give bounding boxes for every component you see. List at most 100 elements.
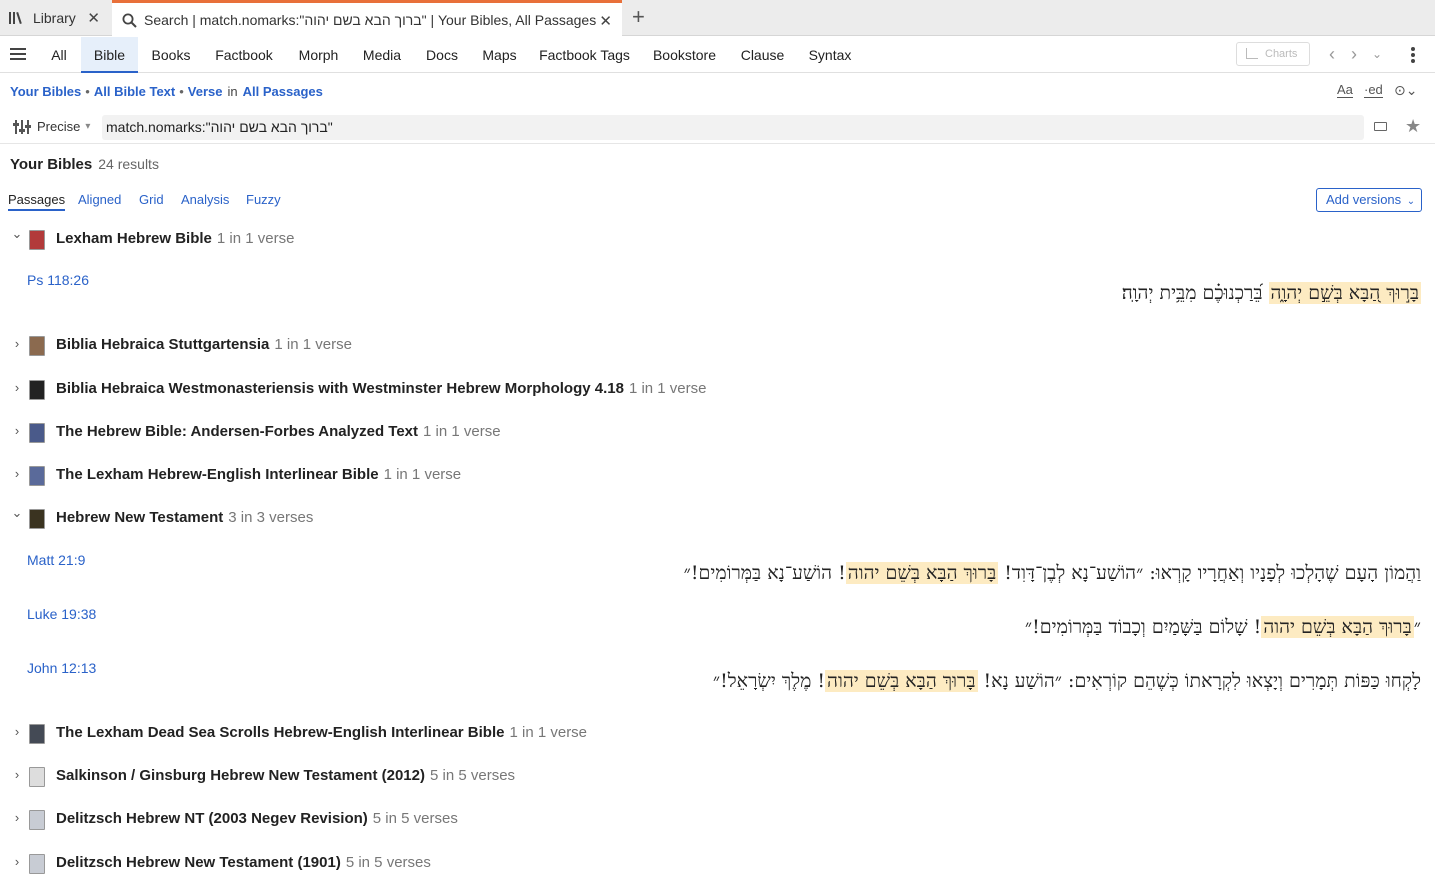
result-group[interactable]: › The Lexham Hebrew-English Interlinear B…: [0, 465, 1435, 487]
chevron-down-icon: ▾: [85, 121, 91, 132]
crumb-all-bible-text[interactable]: All Bible Text: [94, 84, 175, 99]
resource-name[interactable]: The Lexham Dead Sea Scrolls Hebrew-Engli…: [56, 724, 504, 741]
tab-search[interactable]: Search | match.nomarks:"ברוך הבא בשם יהו…: [112, 0, 622, 37]
keyboard-icon[interactable]: [1374, 122, 1387, 131]
result-group[interactable]: › Biblia Hebraica Westmonasteriensis with…: [0, 379, 1435, 401]
result-group[interactable]: ⌄ Lexham Hebrew Bible 1 in 1 verse: [0, 226, 1435, 251]
resource-name[interactable]: Hebrew New Testament: [56, 509, 223, 526]
verse-text[interactable]: וַהֲמוֹן הָעָם שֶׁהָלְכוּ לְפָנָיו וְאַח…: [684, 558, 1421, 588]
book-cover-icon: [29, 230, 45, 250]
verse-text-after: בֵּ֝רַכְנוּכֶ֗ם מִבֵּ֥ית יְהוָֽה׃: [1121, 282, 1269, 304]
chevron-right-icon[interactable]: ›: [11, 423, 23, 438]
chevron-right-icon[interactable]: ›: [11, 336, 23, 351]
result-group[interactable]: › Delitzsch Hebrew NT (2003 Negev Revisio…: [0, 809, 1435, 831]
hit-count: 5 in 5 verses: [345, 854, 431, 871]
verse-reference-link[interactable]: Ps 118:26: [27, 272, 89, 288]
resource-name[interactable]: Lexham Hebrew Bible: [56, 230, 212, 247]
result-group[interactable]: ⌄ Hebrew New Testament 3 in 3 verses: [0, 505, 1435, 530]
chevron-right-icon[interactable]: ›: [11, 466, 23, 481]
nav-tab-docs[interactable]: Docs: [414, 37, 470, 73]
star-icon[interactable]: ★: [1405, 116, 1421, 137]
result-group[interactable]: › Delitzsch Hebrew New Testament (1901) 5 …: [0, 853, 1435, 875]
view-tab-analysis[interactable]: Analysis: [181, 192, 229, 207]
result-group-title[interactable]: The Lexham Hebrew-English Interlinear Bi…: [56, 466, 461, 483]
result-group-title[interactable]: Lexham Hebrew Bible 1 in 1 verse: [56, 230, 294, 247]
result-group-title[interactable]: Hebrew New Testament 3 in 3 verses: [56, 509, 313, 526]
nav-tab-bookstore[interactable]: Bookstore: [641, 37, 728, 73]
visual-filter-button[interactable]: ·ed: [1364, 83, 1383, 98]
nav-tab-factbook[interactable]: Factbook: [203, 37, 285, 73]
result-group-title[interactable]: The Lexham Dead Sea Scrolls Hebrew-Engli…: [56, 724, 587, 741]
resource-name[interactable]: The Lexham Hebrew-English Interlinear Bi…: [56, 466, 379, 483]
verse-text[interactable]: בָּר֣וּךְ הַ֭בָּא בְּשֵׁ֣ם יְהוָ֑ה בֵּ֝ר…: [1122, 278, 1421, 308]
result-group[interactable]: › Salkinson / Ginsburg Hebrew New Testame…: [0, 766, 1435, 788]
chevron-right-icon[interactable]: ›: [11, 380, 23, 395]
charts-button[interactable]: Charts: [1236, 42, 1310, 66]
result-group-title[interactable]: Biblia Hebraica Westmonasteriensis with …: [56, 380, 706, 397]
view-tab-fuzzy[interactable]: Fuzzy: [246, 192, 281, 207]
crumb-all-passages[interactable]: All Passages: [243, 84, 323, 99]
close-icon[interactable]: ✕: [87, 9, 100, 27]
tab-library[interactable]: Library ✕: [0, 0, 110, 36]
nav-tab-media[interactable]: Media: [352, 37, 412, 73]
resource-name[interactable]: Delitzsch Hebrew NT (2003 Negev Revision…: [56, 810, 368, 827]
verse-reference-link[interactable]: Luke 19:38: [27, 606, 96, 622]
nav-tab-factbook-tags[interactable]: Factbook Tags: [529, 37, 640, 73]
view-tab-grid[interactable]: Grid: [139, 192, 164, 207]
search-input[interactable]: match.nomarks:"ברוך הבא בשם יהוה": [102, 115, 1364, 140]
verse-text[interactable]: לָקְחוּ כַּפּוֹת תְּמָרִים וְיָצְאוּ לִק…: [713, 666, 1421, 696]
result-group-title[interactable]: Delitzsch Hebrew NT (2003 Negev Revision…: [56, 810, 458, 827]
results-title: Your Bibles: [10, 156, 93, 173]
result-group-title[interactable]: Salkinson / Ginsburg Hebrew New Testamen…: [56, 767, 515, 784]
history-dropdown-icon[interactable]: ⌄: [1372, 47, 1382, 61]
options-dropdown-icon[interactable]: ⊙⌄: [1394, 83, 1417, 97]
result-group-title[interactable]: Delitzsch Hebrew New Testament (1901) 5 i…: [56, 854, 431, 871]
result-group[interactable]: › Biblia Hebraica Stuttgartensia 1 in 1 ve…: [0, 335, 1435, 357]
result-group-title[interactable]: The Hebrew Bible: Andersen-Forbes Analyz…: [56, 423, 501, 440]
result-group[interactable]: › The Hebrew Bible: Andersen-Forbes Analy…: [0, 422, 1435, 444]
chevron-right-icon[interactable]: ›: [11, 810, 23, 825]
chevron-right-icon[interactable]: ›: [11, 767, 23, 782]
nav-tab-bible[interactable]: Bible: [81, 37, 138, 73]
verse-reference-link[interactable]: Matt 21:9: [27, 552, 85, 568]
nav-tab-clause[interactable]: Clause: [729, 37, 796, 73]
crumb-your-bibles[interactable]: Your Bibles: [10, 84, 81, 99]
resource-type-nav: All Bible Books Factbook Morph Media Docs Maps F…: [0, 37, 1435, 73]
search-mode-select[interactable]: Precise ▾: [13, 119, 91, 134]
hit-count: 1 in 1 verse: [509, 724, 588, 741]
resource-name[interactable]: Biblia Hebraica Westmonasteriensis with …: [56, 380, 624, 397]
chevron-down-icon[interactable]: ⌄: [11, 226, 23, 242]
more-options-icon[interactable]: [1411, 47, 1415, 65]
close-icon[interactable]: ✕: [599, 12, 612, 30]
chevron-right-icon[interactable]: ›: [11, 854, 23, 869]
book-cover-icon: [29, 380, 45, 400]
view-tab-passages[interactable]: Passages: [8, 192, 66, 211]
resource-name[interactable]: Delitzsch Hebrew New Testament (1901): [56, 854, 341, 871]
nav-tab-all[interactable]: All: [38, 37, 80, 73]
nav-tab-syntax[interactable]: Syntax: [797, 37, 863, 73]
new-tab-icon[interactable]: +: [632, 6, 645, 28]
hit-count: 1 in 1 verse: [383, 466, 462, 483]
forward-arrow-icon[interactable]: ›: [1351, 44, 1357, 65]
resource-name[interactable]: The Hebrew Bible: Andersen-Forbes Analyz…: [56, 423, 418, 440]
crumb-verse[interactable]: Verse: [188, 84, 223, 99]
font-settings-button[interactable]: Aa: [1337, 83, 1353, 98]
hit-count: 1 in 1 verse: [423, 423, 501, 440]
view-tab-aligned[interactable]: Aligned: [78, 192, 121, 207]
back-arrow-icon[interactable]: ‹: [1329, 44, 1335, 65]
verse-text[interactable]: ״בָּרוּךְ הַבָּא בְּשֵׁם יהוה! שָׁלוֹם ב…: [1025, 612, 1421, 642]
add-versions-label: Add versions: [1326, 192, 1402, 207]
result-group[interactable]: › The Lexham Dead Sea Scrolls Hebrew-Engl…: [0, 723, 1435, 745]
verse-reference-link[interactable]: John 12:13: [27, 660, 96, 676]
chevron-right-icon[interactable]: ›: [11, 724, 23, 739]
crumb-separator: •: [85, 84, 90, 99]
result-group-title[interactable]: Biblia Hebraica Stuttgartensia 1 in 1 ver…: [56, 336, 352, 353]
resource-name[interactable]: Salkinson / Ginsburg Hebrew New Testamen…: [56, 767, 425, 784]
resource-name[interactable]: Biblia Hebraica Stuttgartensia: [56, 336, 269, 353]
menu-icon[interactable]: [10, 48, 26, 60]
chevron-down-icon[interactable]: ⌄: [11, 505, 23, 521]
nav-tab-books[interactable]: Books: [140, 37, 202, 73]
nav-tab-morph[interactable]: Morph: [286, 37, 351, 73]
add-versions-button[interactable]: Add versions ⌄: [1316, 188, 1422, 212]
nav-tab-maps[interactable]: Maps: [471, 37, 528, 73]
